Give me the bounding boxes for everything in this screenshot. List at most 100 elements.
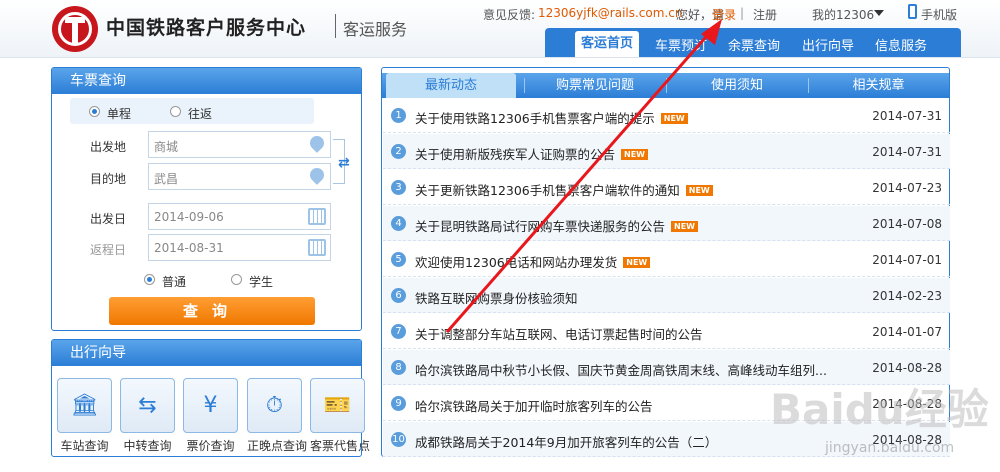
- site-subtitle: 客运服务: [343, 20, 408, 39]
- news-item-title[interactable]: 成都铁路局关于2014年9月加开旅客列车的公告（二）: [415, 432, 717, 451]
- transfer-icon: ⇆: [138, 392, 157, 418]
- normal-passenger-radio[interactable]: [144, 274, 155, 285]
- news-item-date: 2014-02-23: [872, 289, 942, 303]
- news-tabs: 最新动态 购票常见问题 使用须知 相关规章: [382, 73, 949, 98]
- login-link[interactable]: 登录: [712, 6, 736, 23]
- student-passenger-radio[interactable]: [231, 274, 242, 285]
- news-item-number: 1: [391, 108, 406, 123]
- news-item-date: 2014-07-23: [872, 181, 942, 195]
- main-nav: 客运首页 车票预订 余票查询 出行向导 信息服务: [545, 28, 961, 57]
- news-item-number: 3: [391, 180, 406, 195]
- ticket-agency-icon: 🎫: [323, 392, 352, 418]
- news-item-title[interactable]: 哈尔滨铁路局中秋节小长假、国庆节黄金周高铁周末线、高峰线动车组列...: [415, 360, 827, 379]
- news-item-title[interactable]: 欢迎使用12306电话和网站办理发货 NEW: [415, 252, 651, 271]
- from-station-input[interactable]: 商城: [148, 131, 331, 158]
- tab-regulations[interactable]: 相关规章: [808, 73, 949, 98]
- register-link[interactable]: 注册: [753, 6, 777, 23]
- baidu-watermark-url: jingyan.baidu.com: [825, 440, 955, 456]
- news-item-date: 2014-07-31: [872, 109, 942, 123]
- from-label: 出发地: [90, 140, 127, 154]
- news-item[interactable]: 3 关于更新铁路12306手机售票客户端软件的通知 NEW 2014-07-23: [383, 170, 950, 205]
- news-item-title[interactable]: 关于使用新版残疾军人证购票的公告 NEW: [415, 144, 648, 163]
- my-account-menu[interactable]: 我的12306: [812, 6, 874, 23]
- student-passenger-label: 学生: [249, 275, 274, 289]
- news-item-number: 7: [391, 324, 406, 339]
- news-item-title[interactable]: 关于昆明铁路局试行网购车票快递服务的公告 NEW: [415, 216, 698, 235]
- new-badge: NEW: [623, 257, 651, 268]
- round-trip-label: 往返: [188, 107, 213, 121]
- mobile-version-link[interactable]: 手机版: [921, 6, 957, 23]
- news-item-title[interactable]: 关于使用铁路12306手机售票客户端的提示 NEW: [415, 108, 688, 127]
- nav-item-travel-guide[interactable]: 出行向导: [802, 35, 854, 54]
- station-icon: 🏛: [70, 392, 99, 418]
- guide-transfer-query[interactable]: ⇆ 中转查询: [120, 378, 175, 454]
- news-item-title[interactable]: 哈尔滨铁路局关于加开临时旅客列车的公告: [415, 396, 653, 415]
- guide-ticket-agency[interactable]: 🎫 客票代售点: [310, 378, 370, 454]
- tab-latest-news[interactable]: 最新动态: [386, 73, 516, 98]
- news-item-date: 2014-07-31: [872, 145, 942, 159]
- new-badge: NEW: [621, 149, 648, 160]
- news-item-number: 10: [391, 432, 406, 447]
- news-item[interactable]: 7 关于调整部分车站互联网、电话订票起售时间的公告 2014-01-07: [383, 314, 950, 349]
- nav-item-home[interactable]: 客运首页: [575, 31, 639, 57]
- travel-guide-title: 出行向导: [52, 340, 361, 366]
- railway-logo-icon[interactable]: [52, 6, 98, 52]
- normal-passenger-label: 普通: [162, 275, 187, 289]
- clock-icon: ⏱: [265, 392, 284, 418]
- news-item-title[interactable]: 关于调整部分车站互联网、电话订票起售时间的公告: [415, 324, 703, 343]
- guide-price-query[interactable]: ¥ 票价查询: [183, 378, 238, 454]
- news-item-number: 8: [391, 360, 406, 375]
- chevron-down-icon[interactable]: [874, 10, 884, 16]
- news-item-number: 6: [391, 288, 406, 303]
- news-item-number: 9: [391, 396, 406, 411]
- nav-item-remaining-tickets[interactable]: 余票查询: [728, 35, 780, 54]
- news-item-title[interactable]: 铁路互联网购票身份核验须知: [415, 288, 578, 307]
- to-station-input[interactable]: 武昌: [148, 163, 331, 190]
- return-date-label: 返程日: [90, 243, 127, 257]
- news-item-number: 4: [391, 216, 406, 231]
- return-date-input[interactable]: 2014-08-31: [148, 234, 331, 261]
- brand-divider: [335, 14, 336, 38]
- guide-station-query[interactable]: 🏛 车站查询: [57, 378, 112, 454]
- depart-date-input[interactable]: 2014-09-06: [148, 203, 331, 230]
- nav-item-info-service[interactable]: 信息服务: [875, 35, 927, 54]
- tab-usage-notes[interactable]: 使用须知: [666, 73, 808, 98]
- site-header: 中国铁路客户服务中心 客运服务 意见反馈: 12306yjfk@rails.co…: [0, 0, 1000, 58]
- news-item-date: 2014-07-01: [872, 253, 942, 267]
- news-item[interactable]: 2 关于使用新版残疾军人证购票的公告 NEW 2014-07-31: [383, 134, 950, 169]
- news-item[interactable]: 6 铁路互联网购票身份核验须知 2014-02-23: [383, 278, 950, 313]
- feedback-email-link[interactable]: 12306yjfk@rails.com.cn: [538, 6, 682, 20]
- news-item-date: 2014-08-28: [872, 361, 942, 375]
- separator: |: [740, 6, 745, 20]
- new-badge: NEW: [660, 113, 688, 124]
- mobile-phone-icon[interactable]: [908, 4, 917, 19]
- new-badge: NEW: [685, 185, 713, 196]
- news-item[interactable]: 4 关于昆明铁路局试行网购车票快递服务的公告 NEW 2014-07-08: [383, 206, 950, 241]
- ticket-query-title: 车票查询: [52, 68, 361, 94]
- news-item[interactable]: 5 欢迎使用12306电话和网站办理发货 NEW 2014-07-01: [383, 242, 950, 277]
- news-item-number: 5: [391, 252, 406, 267]
- guide-delay-query[interactable]: ⏱ 正晚点查询: [247, 378, 307, 454]
- location-pin-icon: [307, 133, 327, 153]
- news-item-date: 2014-07-08: [872, 217, 942, 231]
- feedback-label: 意见反馈:: [483, 8, 536, 22]
- one-way-radio[interactable]: [89, 106, 100, 117]
- depart-date-label: 出发日: [90, 212, 127, 226]
- price-search-icon: ¥: [203, 392, 218, 418]
- search-button[interactable]: 查询: [109, 297, 315, 325]
- news-item-title[interactable]: 关于更新铁路12306手机售票客户端软件的通知 NEW: [415, 180, 713, 199]
- one-way-label: 单程: [107, 107, 132, 121]
- tab-ticket-faq[interactable]: 购票常见问题: [524, 73, 666, 98]
- news-item-number: 2: [391, 144, 406, 159]
- ticket-query-panel: 车票查询 单程 往返 出发地 商城 目的地 武昌 ⇄ 出发日 2014-09-0…: [51, 67, 362, 331]
- calendar-icon[interactable]: [308, 208, 326, 225]
- site-brand: 中国铁路客户服务中心: [106, 17, 307, 39]
- round-trip-radio[interactable]: [170, 106, 181, 117]
- swap-stations-icon[interactable]: ⇄: [338, 155, 350, 171]
- location-pin-icon: [307, 165, 327, 185]
- nav-item-booking[interactable]: 车票预订: [655, 35, 707, 54]
- news-item-date: 2014-01-07: [872, 325, 942, 339]
- calendar-icon[interactable]: [308, 239, 326, 256]
- baidu-watermark: Baidu经验: [770, 385, 989, 434]
- news-item[interactable]: 1 关于使用铁路12306手机售票客户端的提示 NEW 2014-07-31: [383, 98, 950, 133]
